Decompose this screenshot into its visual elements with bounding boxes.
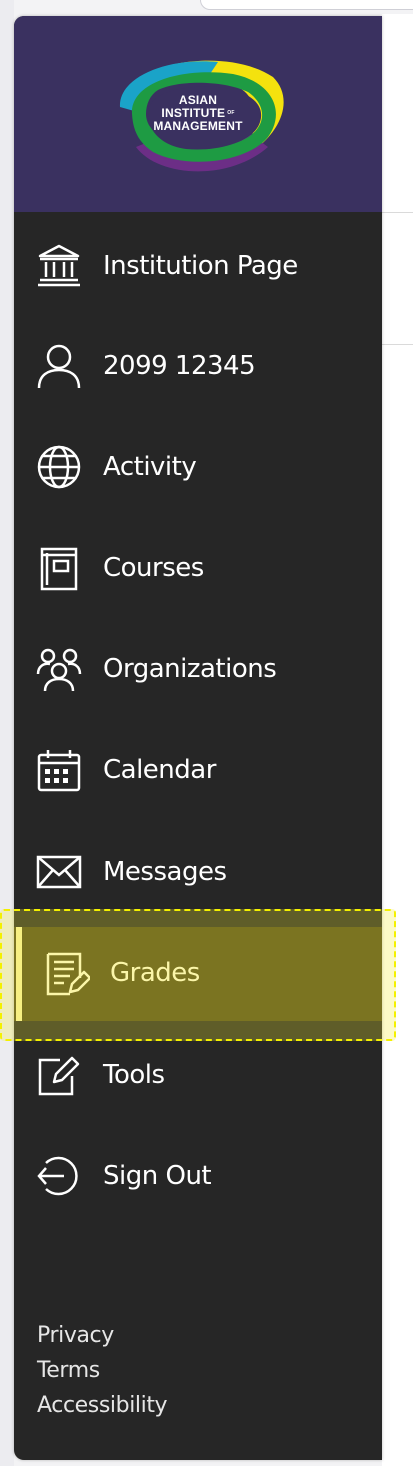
nav-menu-layer: Institution Page 2099 12345 Activity Cou… — [14, 16, 382, 1460]
footer-links: Privacy Terms Accessibility — [37, 1318, 168, 1423]
nav-item-label: Grades — [110, 958, 200, 988]
nav-item-label: Tools — [103, 1060, 165, 1090]
nav-item-label: Calendar — [103, 755, 216, 785]
accessibility-link[interactable]: Accessibility — [37, 1388, 168, 1423]
institution-icon — [36, 243, 82, 289]
nav-item-calendar[interactable]: Calendar — [14, 720, 382, 820]
nav-item-label: Organizations — [103, 654, 277, 684]
nav-item-sign-out[interactable]: Sign Out — [14, 1126, 382, 1226]
background-strip — [0, 0, 14, 1466]
envelope-icon — [36, 849, 82, 895]
globe-icon — [36, 444, 82, 490]
nav-item-label: 2099 12345 — [103, 351, 256, 381]
sign-out-icon — [36, 1153, 82, 1199]
nav-item-profile[interactable]: 2099 12345 — [14, 316, 382, 416]
divider — [382, 344, 413, 345]
nav-item-institution-page[interactable]: Institution Page — [14, 216, 382, 316]
organizations-icon — [36, 646, 82, 692]
nav-item-label: Sign Out — [103, 1161, 212, 1191]
nav-item-organizations[interactable]: Organizations — [14, 619, 382, 719]
user-icon — [36, 343, 82, 389]
nav-item-label: Messages — [103, 857, 227, 887]
top-bar — [200, 0, 413, 10]
terms-link[interactable]: Terms — [37, 1353, 167, 1388]
nav-item-tools[interactable]: Tools — [14, 1025, 382, 1125]
nav-item-label: Activity — [103, 452, 197, 482]
divider — [382, 212, 413, 213]
nav-item-activity[interactable]: Activity — [14, 417, 382, 517]
grades-icon — [44, 950, 90, 996]
nav-item-label: Courses — [103, 553, 204, 583]
main-content-area — [382, 14, 413, 1466]
privacy-link[interactable]: Privacy — [37, 1318, 167, 1353]
nav-item-messages[interactable]: Messages — [14, 822, 382, 922]
nav-item-grades[interactable]: Grades — [14, 923, 382, 1023]
nav-item-label: Institution Page — [103, 251, 298, 281]
courses-icon — [36, 545, 82, 591]
calendar-icon — [36, 747, 82, 793]
nav-item-courses[interactable]: Courses — [14, 518, 382, 618]
tools-icon — [36, 1052, 82, 1098]
